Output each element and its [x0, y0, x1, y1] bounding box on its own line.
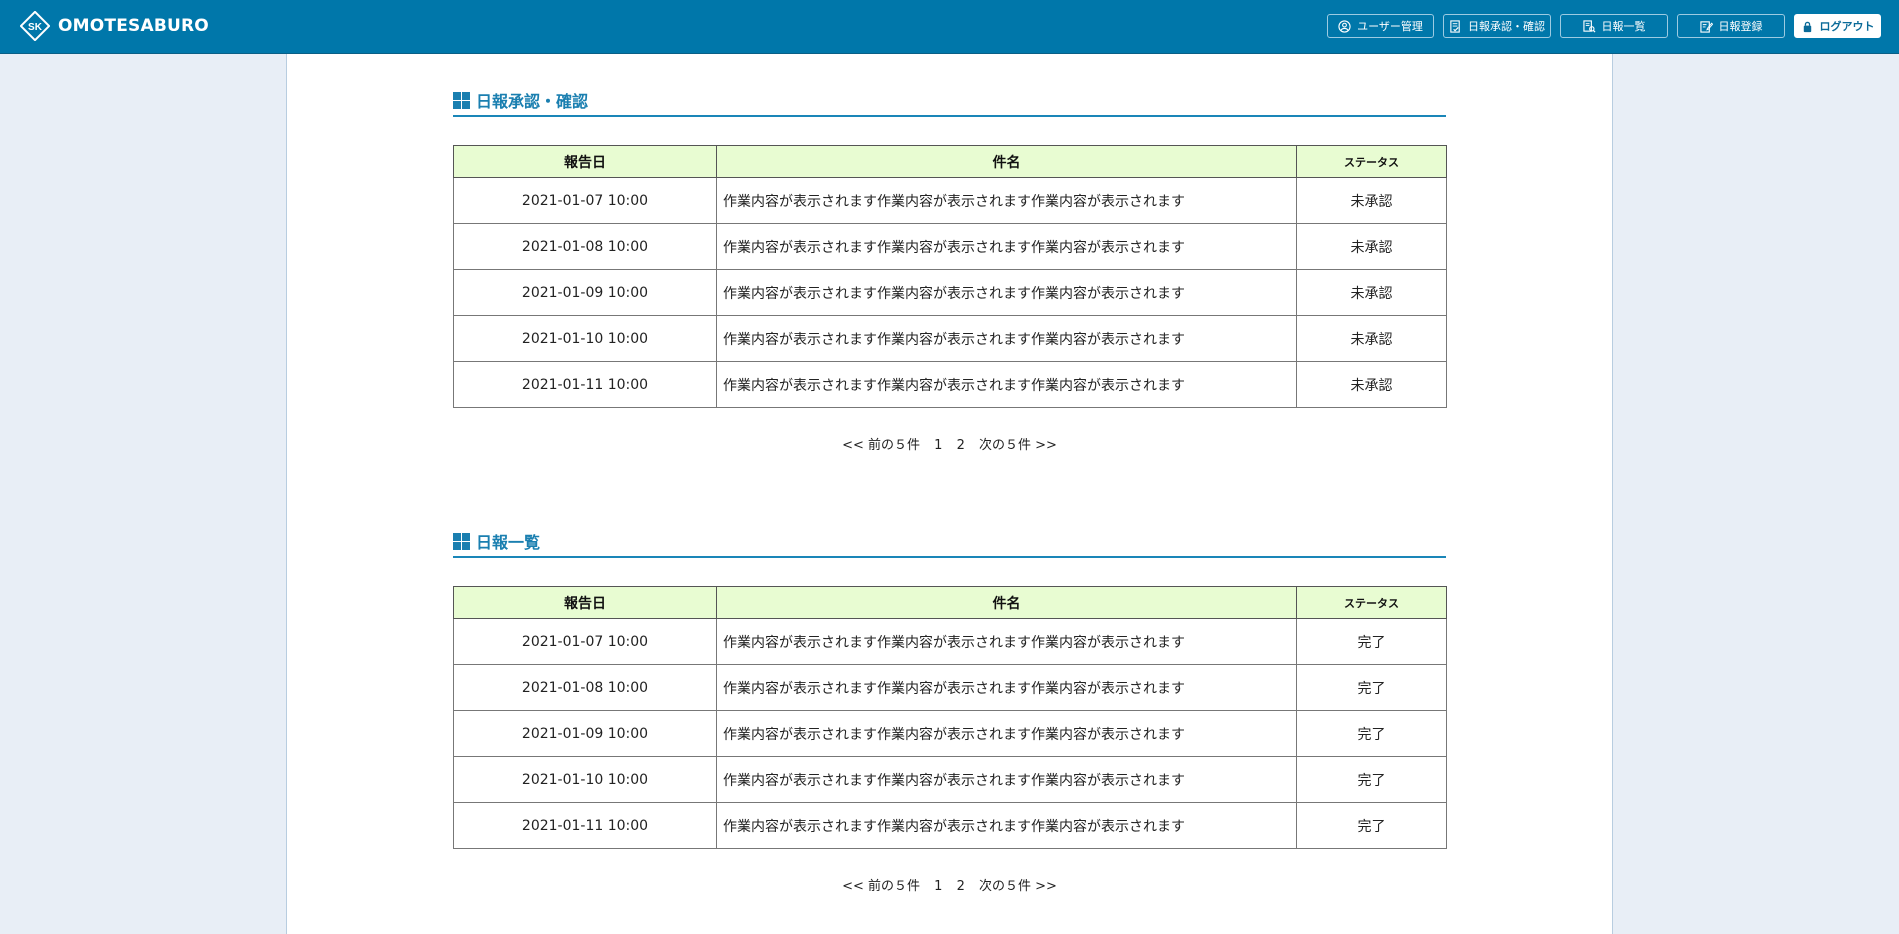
section-title: 日報承認・確認: [453, 87, 1446, 117]
next-page-link[interactable]: 次の５件 >>: [979, 875, 1057, 894]
subject-cell[interactable]: 作業内容が表示されます作業内容が表示されます作業内容が表示されます: [716, 315, 1297, 362]
report-register-label: 日報登録: [1718, 20, 1763, 33]
subject-cell[interactable]: 作業内容が表示されます作業内容が表示されます作業内容が表示されます: [716, 618, 1297, 665]
table-row[interactable]: 2021-01-08 10:00 作業内容が表示されます作業内容が表示されます作…: [453, 223, 1447, 270]
report-list-table: 報告日 件名 ステータス 2021-01-07 10:00 作業内容が表示されま…: [453, 586, 1447, 849]
date-cell: 2021-01-07 10:00: [453, 177, 717, 224]
column-header-subject[interactable]: 件名: [716, 145, 1297, 178]
status-cell: 完了: [1296, 664, 1447, 711]
report-list-button[interactable]: 日報一覧: [1560, 14, 1668, 38]
table-row[interactable]: 2021-01-08 10:00 作業内容が表示されます作業内容が表示されます作…: [453, 664, 1447, 711]
document-check-icon: [1450, 19, 1460, 33]
grid-icon: [453, 91, 470, 109]
subject-cell[interactable]: 作業内容が表示されます作業内容が表示されます作業内容が表示されます: [716, 710, 1297, 757]
page-link-1[interactable]: 1: [934, 879, 942, 894]
status-cell: 未承認: [1296, 361, 1447, 408]
top-header: SK OMOTESABURO ユーザー管理 日報承認・確認 日報一覧 日報登録 …: [0, 0, 1899, 54]
grid-icon: [453, 532, 470, 550]
brand-name: OMOTESABURO: [58, 16, 209, 36]
pagination: << 前の５件 1 2 次の５件 >>: [453, 875, 1446, 894]
date-cell: 2021-01-10 10:00: [453, 315, 717, 362]
status-cell: 完了: [1296, 618, 1447, 665]
date-cell: 2021-01-08 10:00: [453, 664, 717, 711]
document-search-icon: [1582, 19, 1595, 32]
svg-text:SK: SK: [28, 22, 43, 33]
prev-page-link[interactable]: << 前の５件: [842, 434, 920, 453]
date-cell: 2021-01-07 10:00: [453, 618, 717, 665]
lock-icon: [1803, 21, 1811, 32]
page-link-2[interactable]: 2: [957, 438, 965, 453]
table-row[interactable]: 2021-01-11 10:00 作業内容が表示されます作業内容が表示されます作…: [453, 361, 1447, 408]
subject-cell[interactable]: 作業内容が表示されます作業内容が表示されます作業内容が表示されます: [716, 269, 1297, 316]
section-title: 日報一覧: [453, 528, 1446, 558]
logout-label: ログアウト: [1819, 20, 1875, 33]
column-header-status[interactable]: ステータス: [1296, 586, 1447, 619]
date-cell: 2021-01-08 10:00: [453, 223, 717, 270]
user-management-button[interactable]: ユーザー管理: [1327, 14, 1434, 38]
date-cell: 2021-01-09 10:00: [453, 269, 717, 316]
approval-table: 報告日 件名 ステータス 2021-01-07 10:00 作業内容が表示されま…: [453, 145, 1447, 408]
status-cell: 完了: [1296, 802, 1447, 849]
column-header-date[interactable]: 報告日: [453, 145, 717, 178]
subject-cell[interactable]: 作業内容が表示されます作業内容が表示されます作業内容が表示されます: [716, 223, 1297, 270]
table-header-row: 報告日 件名 ステータス: [453, 586, 1447, 619]
page-link-1[interactable]: 1: [934, 438, 942, 453]
pagination: << 前の５件 1 2 次の５件 >>: [453, 434, 1446, 453]
column-header-date[interactable]: 報告日: [453, 586, 717, 619]
table-row[interactable]: 2021-01-07 10:00 作業内容が表示されます作業内容が表示されます作…: [453, 618, 1447, 665]
logout-button[interactable]: ログアウト: [1794, 14, 1881, 38]
main-panel: 日報承認・確認 報告日 件名 ステータス 2021-01-07 10:00 作業…: [286, 54, 1613, 934]
table-row[interactable]: 2021-01-07 10:00 作業内容が表示されます作業内容が表示されます作…: [453, 177, 1447, 224]
page-link-2[interactable]: 2: [957, 879, 965, 894]
table-row[interactable]: 2021-01-09 10:00 作業内容が表示されます作業内容が表示されます作…: [453, 269, 1447, 316]
date-cell: 2021-01-10 10:00: [453, 756, 717, 803]
status-cell: 未承認: [1296, 269, 1447, 316]
table-row[interactable]: 2021-01-11 10:00 作業内容が表示されます作業内容が表示されます作…: [453, 802, 1447, 849]
table-row[interactable]: 2021-01-09 10:00 作業内容が表示されます作業内容が表示されます作…: [453, 710, 1447, 757]
prev-page-link[interactable]: << 前の５件: [842, 875, 920, 894]
logo-icon: SK: [20, 11, 50, 41]
subject-cell[interactable]: 作業内容が表示されます作業内容が表示されます作業内容が表示されます: [716, 756, 1297, 803]
column-header-subject[interactable]: 件名: [716, 586, 1297, 619]
edit-document-icon: [1699, 20, 1713, 33]
status-cell: 完了: [1296, 710, 1447, 757]
report-register-button[interactable]: 日報登録: [1677, 14, 1785, 38]
user-management-label: ユーザー管理: [1357, 20, 1423, 33]
column-header-status[interactable]: ステータス: [1296, 145, 1447, 178]
table-header-row: 報告日 件名 ステータス: [453, 145, 1447, 178]
next-page-link[interactable]: 次の５件 >>: [979, 434, 1057, 453]
subject-cell[interactable]: 作業内容が表示されます作業内容が表示されます作業内容が表示されます: [716, 664, 1297, 711]
subject-cell[interactable]: 作業内容が表示されます作業内容が表示されます作業内容が表示されます: [716, 361, 1297, 408]
status-cell: 未承認: [1296, 315, 1447, 362]
header-nav: ユーザー管理 日報承認・確認 日報一覧 日報登録 ログアウト: [1327, 14, 1881, 38]
status-cell: 未承認: [1296, 177, 1447, 224]
table-row[interactable]: 2021-01-10 10:00 作業内容が表示されます作業内容が表示されます作…: [453, 756, 1447, 803]
section-title-text: 日報承認・確認: [476, 92, 589, 111]
report-list-label: 日報一覧: [1601, 20, 1646, 33]
date-cell: 2021-01-09 10:00: [453, 710, 717, 757]
user-circle-icon: [1338, 19, 1351, 33]
report-list-section: 日報一覧 報告日 件名 ステータス 2021-01-07 10:00 作業内容が…: [453, 528, 1447, 894]
report-approve-label: 日報承認・確認: [1468, 20, 1545, 33]
status-cell: 未承認: [1296, 223, 1447, 270]
report-approve-button[interactable]: 日報承認・確認: [1443, 14, 1551, 38]
subject-cell[interactable]: 作業内容が表示されます作業内容が表示されます作業内容が表示されます: [716, 802, 1297, 849]
status-cell: 完了: [1296, 756, 1447, 803]
section-title-text: 日報一覧: [476, 533, 541, 552]
table-row[interactable]: 2021-01-10 10:00 作業内容が表示されます作業内容が表示されます作…: [453, 315, 1447, 362]
date-cell: 2021-01-11 10:00: [453, 361, 717, 408]
subject-cell[interactable]: 作業内容が表示されます作業内容が表示されます作業内容が表示されます: [716, 177, 1297, 224]
approval-section: 日報承認・確認 報告日 件名 ステータス 2021-01-07 10:00 作業…: [453, 87, 1447, 453]
date-cell: 2021-01-11 10:00: [453, 802, 717, 849]
brand[interactable]: SK OMOTESABURO: [20, 8, 209, 44]
